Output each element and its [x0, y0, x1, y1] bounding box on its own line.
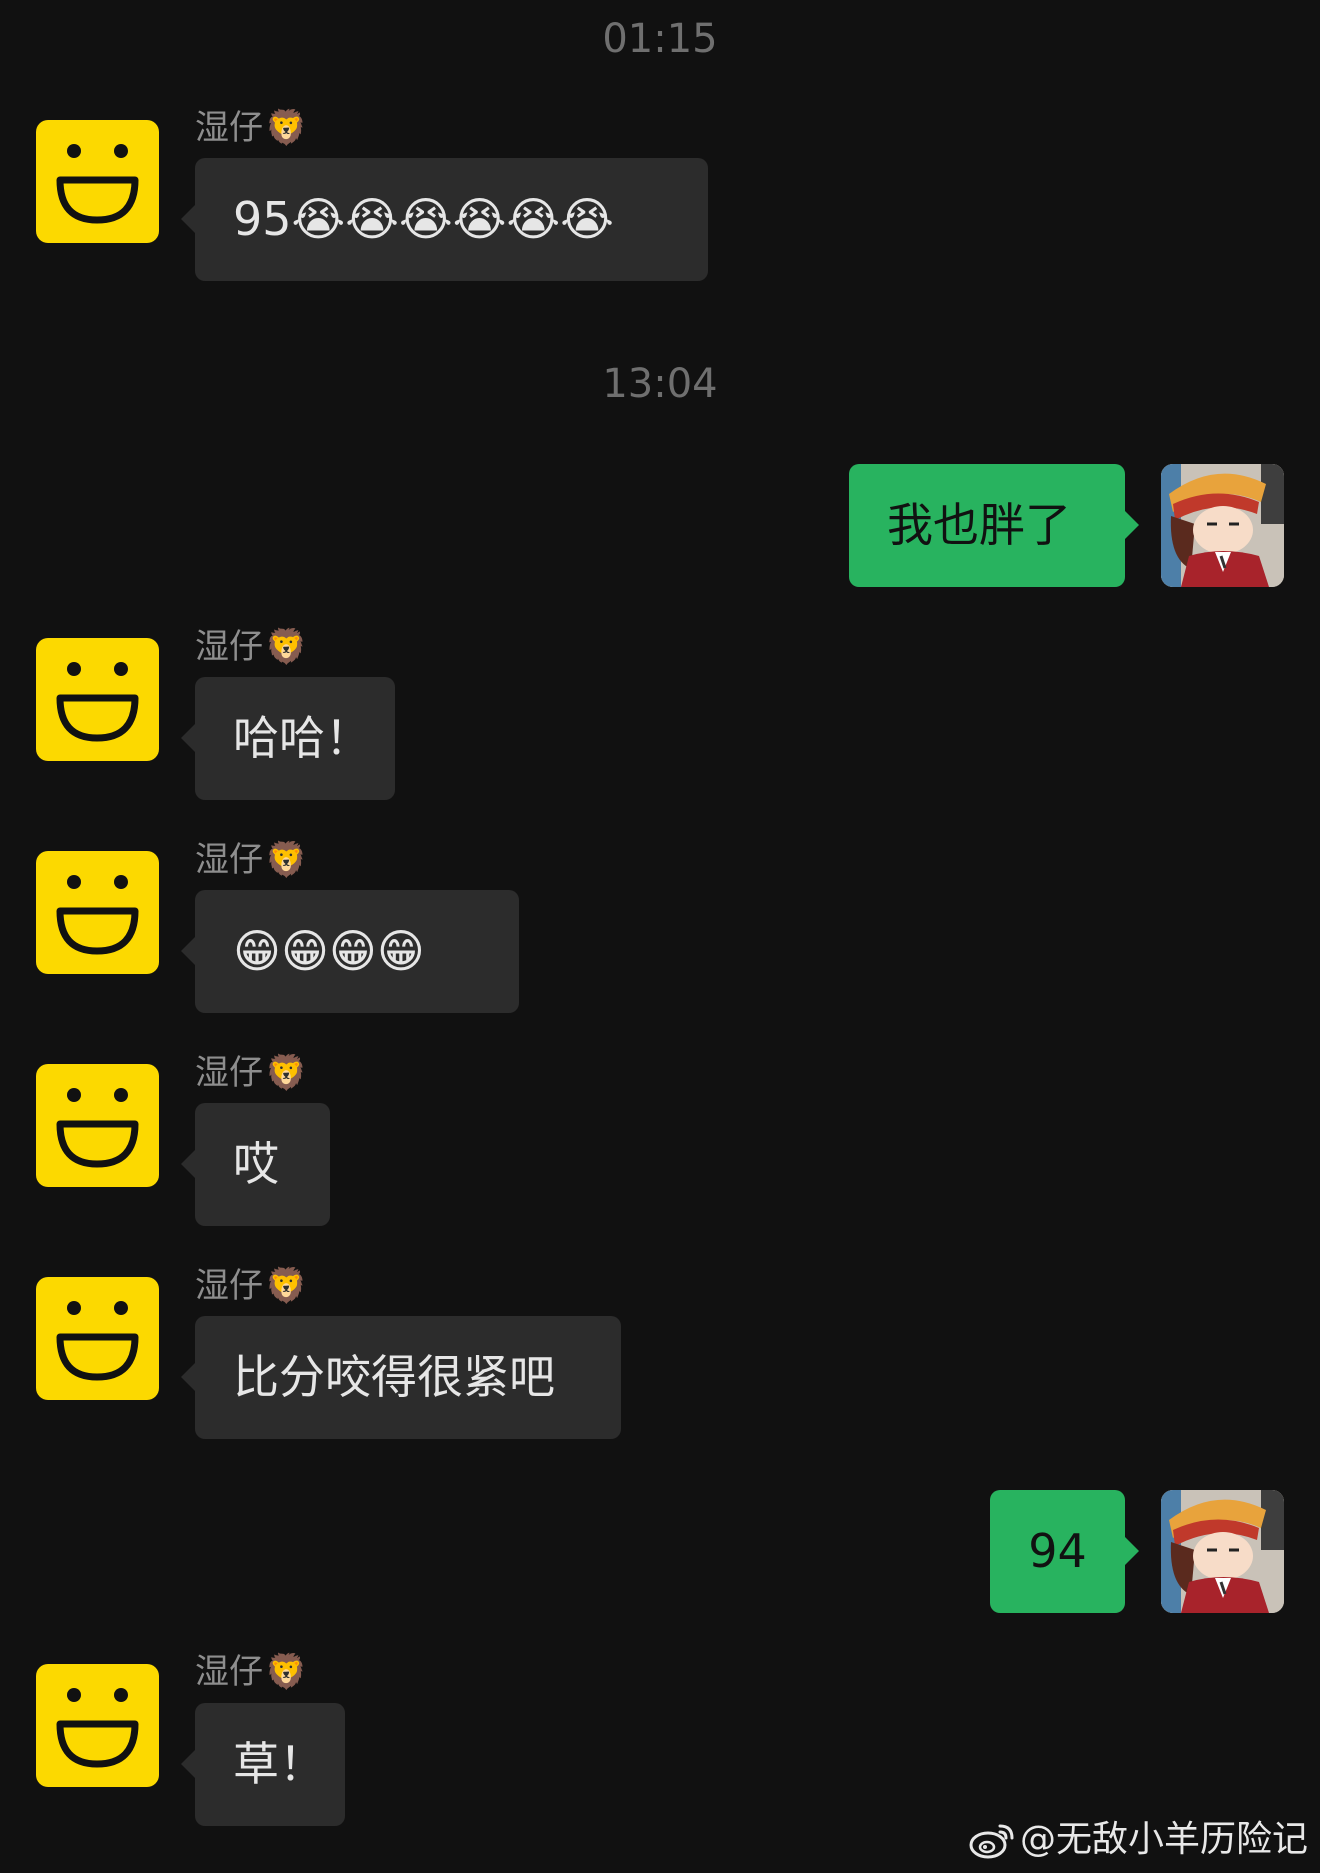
timestamp: 01:15 — [602, 16, 718, 62]
sender-name-text: 湿仔 — [195, 1652, 263, 1692]
sender-name: 湿仔🦁 — [195, 1051, 307, 1095]
message-bubble[interactable]: 94 — [990, 1490, 1139, 1613]
user-avatar[interactable] — [1161, 464, 1284, 587]
lion-emoji-icon: 🦁 — [265, 1053, 308, 1093]
sender-name: 湿仔🦁 — [195, 838, 307, 882]
lion-emoji-icon: 🦁 — [265, 840, 308, 880]
sender-name: 湿仔🦁 — [195, 1650, 307, 1694]
contact-avatar[interactable] — [36, 120, 159, 243]
watermark-text: @无敌小羊历险记 — [1019, 1819, 1308, 1860]
lion-emoji-icon: 🦁 — [265, 108, 308, 148]
sender-name: 湿仔🦁 — [195, 625, 307, 669]
contact-avatar[interactable] — [36, 1064, 159, 1187]
lion-emoji-icon: 🦁 — [265, 627, 308, 667]
message-bubble[interactable]: 我也胖了 — [849, 464, 1139, 587]
message-bubble[interactable]: 哎 — [181, 1103, 330, 1226]
sender-name-text: 湿仔 — [195, 627, 263, 667]
contact-avatar[interactable] — [36, 851, 159, 974]
sender-name-text: 湿仔 — [195, 840, 263, 880]
sender-name-text: 湿仔 — [195, 1266, 263, 1306]
user-avatar[interactable] — [1161, 1490, 1284, 1613]
message-bubble[interactable]: 95😭😭😭😭😭😭 — [181, 158, 708, 281]
timestamp: 13:04 — [602, 361, 718, 407]
chat-view: 01:15 湿仔🦁 95😭😭😭😭😭😭 13:04 我也胖了 湿仔🦁 哈哈！ 湿仔… — [0, 0, 1320, 1873]
message-bubble[interactable]: 哈哈！ — [181, 677, 395, 800]
sender-name: 湿仔🦁 — [195, 106, 307, 150]
contact-avatar[interactable] — [36, 1277, 159, 1400]
contact-avatar[interactable] — [36, 1664, 159, 1787]
sender-name-text: 湿仔 — [195, 1053, 263, 1093]
message-bubble[interactable]: 😁😁😁😁 — [181, 890, 519, 1013]
contact-avatar[interactable] — [36, 638, 159, 761]
weibo-icon — [969, 1824, 1014, 1859]
message-bubble[interactable]: 比分咬得很紧吧 — [181, 1316, 621, 1439]
lion-emoji-icon: 🦁 — [265, 1652, 308, 1692]
sender-name: 湿仔🦁 — [195, 1264, 307, 1308]
sender-name-text: 湿仔 — [195, 108, 263, 148]
lion-emoji-icon: 🦁 — [265, 1266, 308, 1306]
watermark: @无敌小羊历险记 — [968, 1815, 1308, 1865]
message-bubble[interactable]: 草！ — [181, 1703, 345, 1826]
